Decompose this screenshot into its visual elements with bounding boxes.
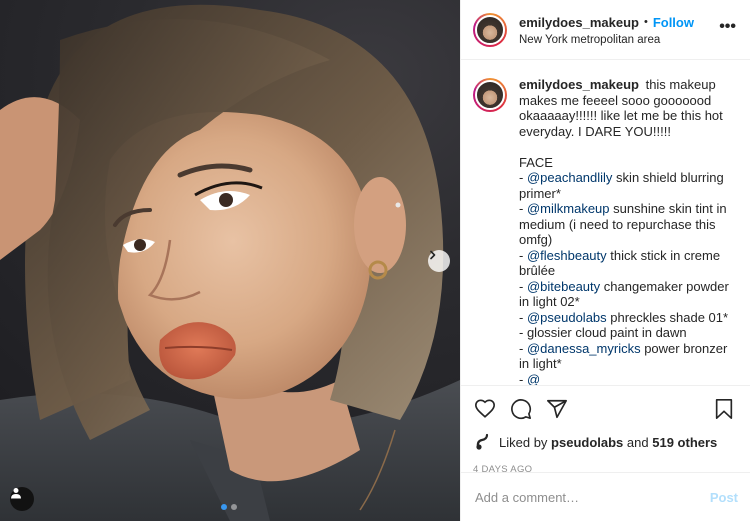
like-button[interactable] <box>473 397 497 421</box>
post-actions: Liked by pseudolabs and 519 others 4 DAY… <box>461 385 750 475</box>
caption-item: - @pseudolabs phreckles shade 01* <box>519 310 736 326</box>
caption-item: - glossier cloud paint in dawn <box>519 325 736 341</box>
caption-item-prefix: - <box>519 325 527 340</box>
likes-others-link[interactable]: 519 others <box>652 435 717 450</box>
selfie-illustration <box>0 4 460 521</box>
caption-item-prefix: - <box>519 278 527 294</box>
post-details-panel: emilydoes_makeup • Follow New York metro… <box>460 0 750 521</box>
caption-item: - @peachandlily skin shield blurring pri… <box>519 170 736 201</box>
comment-input[interactable] <box>475 489 710 505</box>
caption-items: - @peachandlily skin shield blurring pri… <box>519 170 736 385</box>
separator-dot: • <box>643 15 648 28</box>
likes-prefix: Liked by <box>499 434 548 450</box>
caption-item: - @bitebeauty changemaker powder in ligh… <box>519 279 736 310</box>
comment-icon <box>511 399 532 420</box>
caption-item-text: glossier cloud paint in dawn <box>526 325 687 340</box>
chevron-right-icon <box>430 250 436 260</box>
comment-form: Post <box>461 472 750 521</box>
location-link[interactable]: New York metropolitan area <box>519 34 694 46</box>
caption-item: - @milkmakeup sunshine skin tint in medi… <box>519 201 736 248</box>
user-tag-icon <box>11 488 21 499</box>
follow-button[interactable]: Follow <box>653 14 694 31</box>
carousel-indicator <box>221 504 237 510</box>
caption-avatar[interactable] <box>473 78 507 112</box>
mention-link[interactable]: @pseudolabs <box>527 310 607 325</box>
carousel-dot-1 <box>221 504 227 510</box>
caption-item: - @fleshbeauty thick stick in creme brûl… <box>519 248 736 279</box>
share-button[interactable] <box>545 397 569 421</box>
caption-username[interactable]: emilydoes_makeup <box>519 77 639 92</box>
carousel-next-button[interactable] <box>428 250 450 272</box>
liked-by-user[interactable]: pseudolabs <box>551 435 623 450</box>
mention-link[interactable]: @milkmakeup <box>527 201 610 216</box>
bookmark-icon <box>715 399 733 419</box>
comments-area[interactable]: emilydoes_makeup this makeup makes me fe… <box>461 61 750 385</box>
caption-section: FACE <box>519 154 553 170</box>
comment-button[interactable] <box>509 397 533 421</box>
post-comment-button[interactable]: Post <box>710 490 738 505</box>
mention-link[interactable]: @_____ <box>527 372 576 386</box>
more-options-icon[interactable]: ••• <box>719 18 736 36</box>
header-username[interactable]: emilydoes_makeup <box>519 14 639 31</box>
save-button[interactable] <box>712 397 736 421</box>
caption-text: emilydoes_makeup this makeup makes me fe… <box>519 77 736 385</box>
tagged-users-button[interactable] <box>10 487 34 511</box>
heart-icon <box>475 399 495 418</box>
likes-summary: Liked by pseudolabs and 519 others <box>473 432 736 452</box>
avatar[interactable] <box>473 12 507 47</box>
caption-item-prefix: - <box>519 201 527 216</box>
caption-item-text: phreckles shade 01* <box>606 309 729 325</box>
mention-link[interactable]: @bitebeauty <box>527 279 600 294</box>
caption-item-prefix: - <box>519 170 527 185</box>
caption-item-prefix: - <box>519 247 527 263</box>
post-header: emilydoes_makeup • Follow New York metro… <box>461 0 750 60</box>
mention-link[interactable]: @peachandlily <box>527 170 612 185</box>
likes-and: and <box>626 434 649 450</box>
carousel-dot-2 <box>231 504 237 510</box>
share-icon <box>547 399 567 419</box>
caption-item-prefix: - <box>519 340 527 356</box>
caption-item: - @danessa_myricks power bronzer in ligh… <box>519 341 736 372</box>
mention-link[interactable]: @fleshbeauty <box>527 248 607 263</box>
caption-row: emilydoes_makeup this makeup makes me fe… <box>473 77 736 385</box>
caption-item: - @_____ ____ ____ __ ___ _ ____ * <box>519 372 736 386</box>
liker-avatar-icon <box>476 433 489 450</box>
mention-link[interactable]: @danessa_myricks <box>527 341 641 356</box>
caption-item-prefix: - <box>519 371 527 386</box>
caption-item-prefix: - <box>519 309 527 325</box>
post-photo[interactable] <box>0 0 460 521</box>
